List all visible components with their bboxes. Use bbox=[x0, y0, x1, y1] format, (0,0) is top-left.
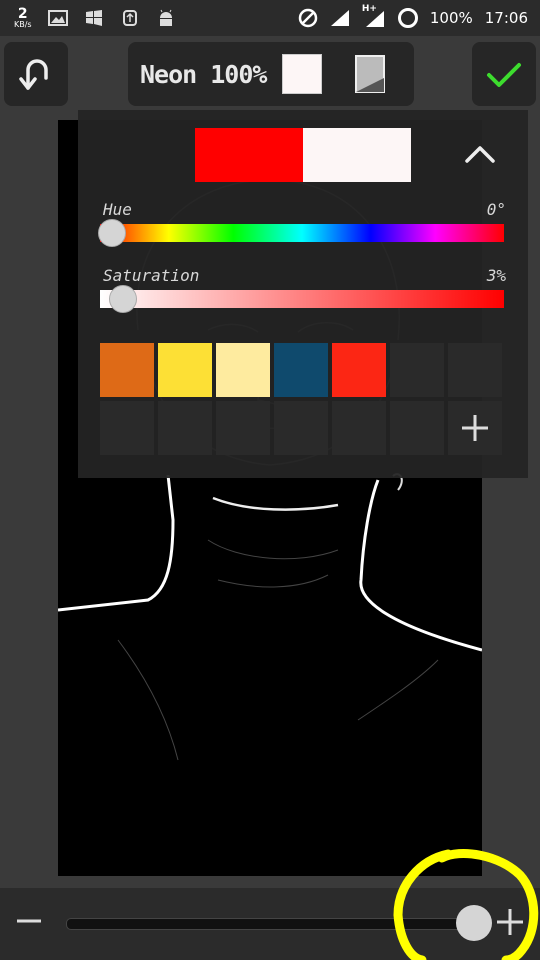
plus-icon bbox=[497, 909, 523, 935]
status-bar: 2 KB/s H+ 100% 17:06 bbox=[0, 0, 540, 36]
effect-title: Neon 100% bbox=[140, 59, 267, 89]
do-not-disturb-icon bbox=[298, 8, 318, 28]
saved-color-swatch[interactable] bbox=[332, 343, 386, 397]
saturation-slider[interactable] bbox=[100, 285, 504, 313]
add-color-button[interactable] bbox=[448, 401, 502, 455]
usb-icon bbox=[122, 10, 137, 26]
color-picker-panel: Hue 0° Saturation 3% bbox=[78, 110, 528, 478]
color-preview bbox=[195, 128, 411, 182]
empty-color-slot[interactable] bbox=[448, 343, 502, 397]
empty-color-slot[interactable] bbox=[216, 401, 270, 455]
empty-color-slot[interactable] bbox=[274, 401, 328, 455]
collapse-panel-button[interactable] bbox=[462, 142, 498, 166]
battery-icon bbox=[397, 8, 418, 28]
undo-button[interactable] bbox=[4, 42, 68, 106]
mobile-data-icon: H+ bbox=[362, 4, 386, 28]
empty-color-slot[interactable] bbox=[332, 401, 386, 455]
gallery-icon bbox=[47, 10, 68, 26]
hue-slider-thumb[interactable] bbox=[98, 219, 126, 247]
empty-color-slot[interactable] bbox=[390, 343, 444, 397]
clock: 17:06 bbox=[484, 9, 528, 27]
network-speed: 2 KB/s bbox=[14, 7, 32, 29]
network-speed-value: 2 bbox=[17, 6, 28, 22]
layer-icon bbox=[355, 55, 386, 93]
signal-icon bbox=[330, 10, 349, 26]
plus-icon bbox=[462, 415, 488, 441]
hue-label: Hue bbox=[103, 200, 132, 219]
undo-icon bbox=[19, 59, 48, 90]
hue-value: 0° bbox=[486, 200, 506, 219]
battery-percent: 100% bbox=[429, 9, 473, 27]
current-color-preview bbox=[303, 128, 411, 182]
empty-color-slot[interactable] bbox=[390, 401, 444, 455]
empty-color-slot[interactable] bbox=[158, 401, 212, 455]
hue-slider[interactable] bbox=[98, 219, 504, 247]
saved-color-swatch[interactable] bbox=[158, 343, 212, 397]
network-type: H+ bbox=[361, 4, 377, 14]
increase-button[interactable] bbox=[494, 906, 526, 938]
intensity-slider-thumb[interactable] bbox=[455, 905, 492, 941]
minus-icon bbox=[17, 919, 41, 923]
intensity-slider[interactable] bbox=[66, 918, 480, 930]
empty-color-slot[interactable] bbox=[100, 401, 154, 455]
effect-info: Neon 100% bbox=[128, 42, 414, 106]
chevron-up-icon bbox=[465, 146, 495, 163]
saved-color-swatch[interactable] bbox=[216, 343, 270, 397]
color-swatch-button[interactable] bbox=[282, 54, 323, 94]
layer-mode-button[interactable] bbox=[354, 54, 386, 94]
saturation-value: 3% bbox=[486, 266, 506, 285]
check-icon bbox=[487, 63, 521, 87]
saturation-label: Saturation bbox=[103, 266, 200, 285]
saved-color-swatch[interactable] bbox=[100, 343, 154, 397]
android-icon bbox=[159, 9, 172, 26]
bottom-bar bbox=[0, 888, 540, 960]
saturation-slider-thumb[interactable] bbox=[109, 285, 138, 313]
windows-icon bbox=[85, 10, 102, 26]
apply-button[interactable] bbox=[472, 42, 536, 106]
saved-color-palette bbox=[100, 343, 506, 459]
previous-color-preview[interactable] bbox=[195, 128, 303, 182]
toolbar: Neon 100% bbox=[0, 36, 540, 112]
decrease-button[interactable] bbox=[14, 906, 44, 936]
saved-color-swatch[interactable] bbox=[274, 343, 328, 397]
network-speed-unit: KB/s bbox=[14, 20, 32, 29]
